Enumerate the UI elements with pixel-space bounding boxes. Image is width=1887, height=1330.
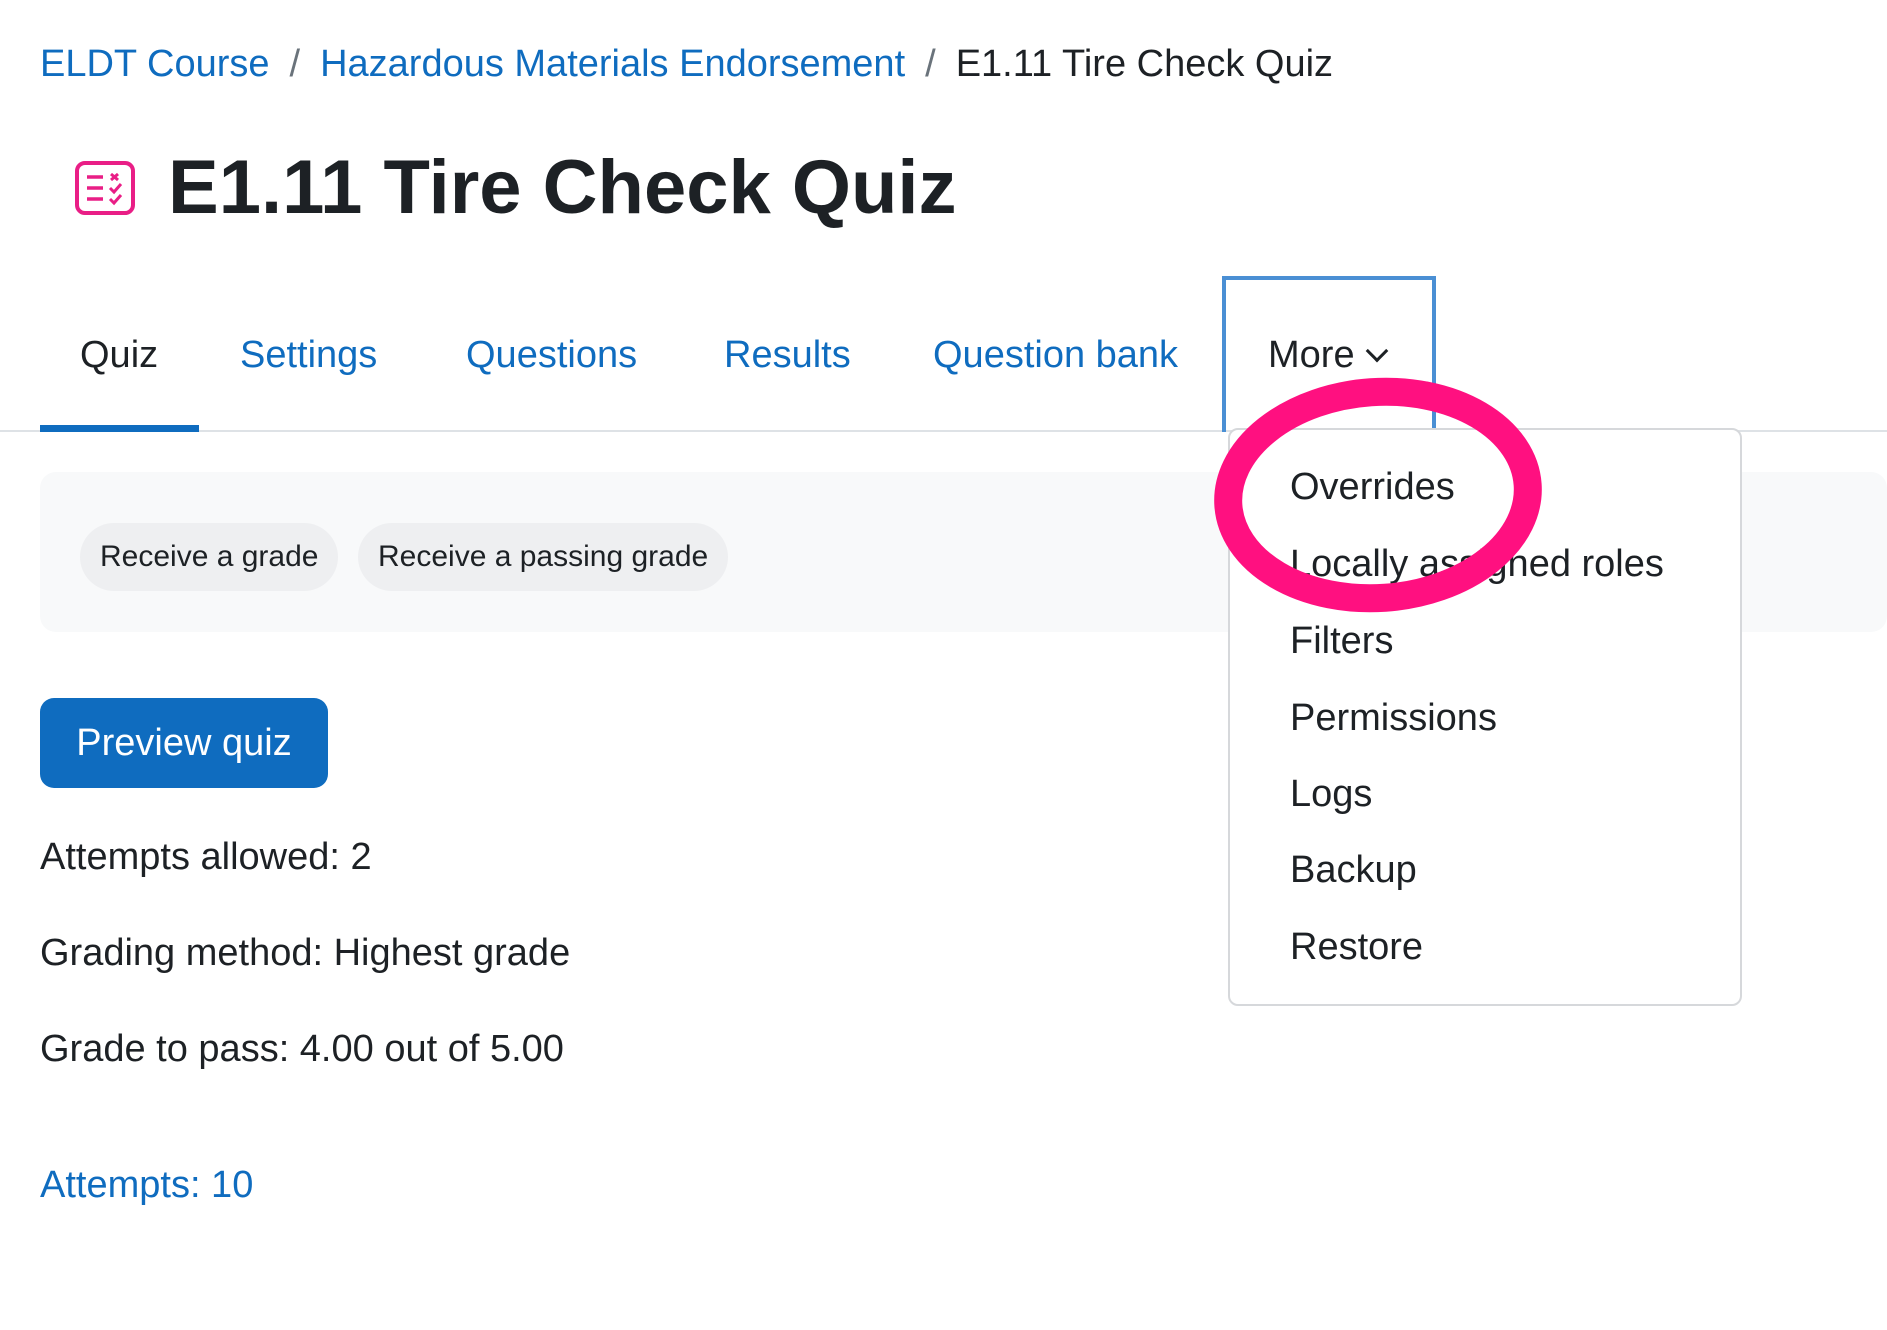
completion-badge-receive-grade: Receive a grade — [80, 523, 339, 591]
completion-badge-passing-grade: Receive a passing grade — [358, 523, 729, 591]
menu-item-overrides[interactable]: Overrides — [1290, 457, 1455, 517]
page-title: E1.11 Tire Check Quiz — [168, 145, 957, 230]
chevron-down-icon — [1365, 339, 1388, 363]
tab-quiz[interactable]: Quiz — [80, 325, 158, 385]
attempts-allowed-text: Attempts allowed: 2 — [40, 836, 372, 878]
menu-item-filters[interactable]: Filters — [1290, 611, 1393, 671]
active-tab-indicator — [40, 425, 199, 432]
breadcrumb-separator: / — [925, 43, 936, 85]
breadcrumb-current: E1.11 Tire Check Quiz — [955, 43, 1334, 85]
menu-item-permissions[interactable]: Permissions — [1290, 688, 1497, 748]
breadcrumb: ELDT Course / Hazardous Materials Endorsem… — [40, 38, 1333, 90]
menu-item-restore[interactable]: Restore — [1290, 917, 1423, 977]
menu-item-locally-assigned-roles[interactable]: Locally assigned roles — [1290, 534, 1664, 594]
attempts-link[interactable]: Attempts: 10 — [40, 1160, 253, 1210]
tab-more-label: More — [1268, 334, 1355, 376]
tab-more[interactable]: More — [1268, 325, 1388, 385]
breadcrumb-section-link[interactable]: Hazardous Materials Endorsement — [320, 43, 905, 85]
preview-quiz-button[interactable]: Preview quiz — [40, 698, 328, 788]
tab-questions[interactable]: Questions — [466, 325, 637, 385]
tab-results[interactable]: Results — [724, 325, 851, 385]
breadcrumb-separator: / — [289, 43, 301, 85]
grade-to-pass-text: Grade to pass: 4.00 out of 5.00 — [40, 1028, 564, 1070]
quiz-page: ELDT Course / Hazardous Materials Endorsem… — [0, 0, 1887, 1330]
quiz-icon — [75, 161, 135, 215]
breadcrumb-course-link[interactable]: ELDT Course — [40, 43, 270, 85]
menu-item-logs[interactable]: Logs — [1290, 764, 1372, 824]
tab-question-bank[interactable]: Question bank — [933, 325, 1178, 385]
menu-item-backup[interactable]: Backup — [1290, 840, 1417, 900]
grading-method-text: Grading method: Highest grade — [40, 932, 571, 974]
tab-settings[interactable]: Settings — [240, 325, 377, 385]
